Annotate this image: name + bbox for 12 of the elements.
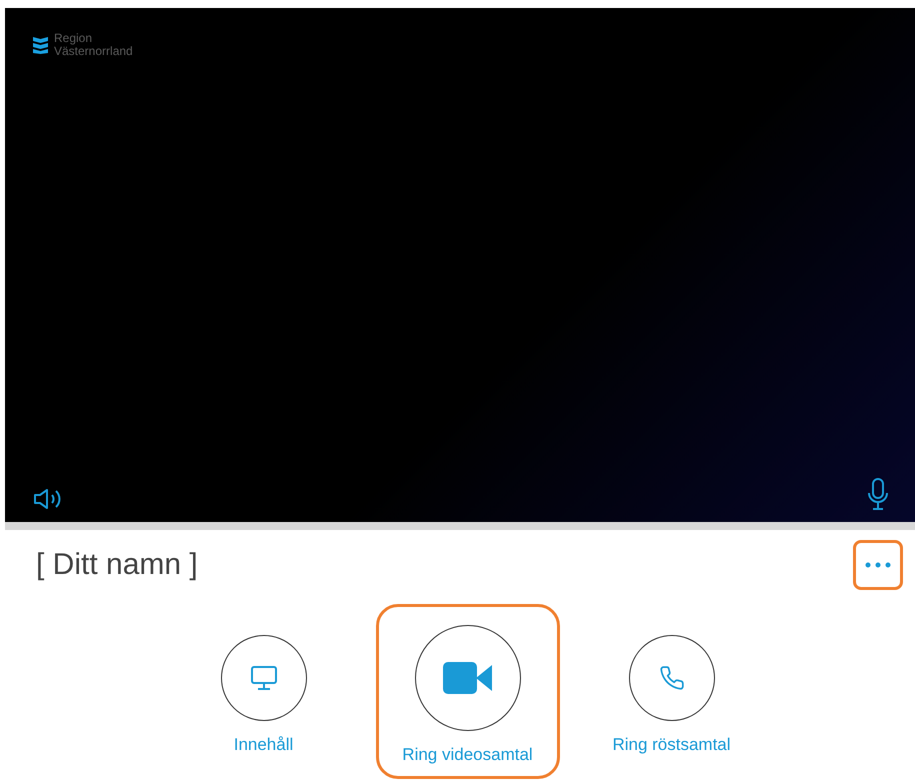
more-button[interactable] bbox=[853, 540, 903, 590]
call-action-button[interactable]: Ring videosamtal bbox=[376, 604, 560, 779]
logo-text: Region bbox=[54, 32, 94, 45]
caller-name: [ Ditt namn ] bbox=[36, 548, 198, 582]
video-camera-icon bbox=[442, 662, 492, 694]
logo-icon bbox=[33, 36, 48, 54]
microphone-icon[interactable] bbox=[867, 478, 889, 510]
phone-icon bbox=[658, 665, 684, 691]
speaker-icon[interactable] bbox=[33, 488, 63, 510]
logo-text: Västernorrland bbox=[54, 45, 133, 58]
monitor-icon bbox=[250, 665, 278, 691]
more-icon bbox=[865, 562, 891, 568]
